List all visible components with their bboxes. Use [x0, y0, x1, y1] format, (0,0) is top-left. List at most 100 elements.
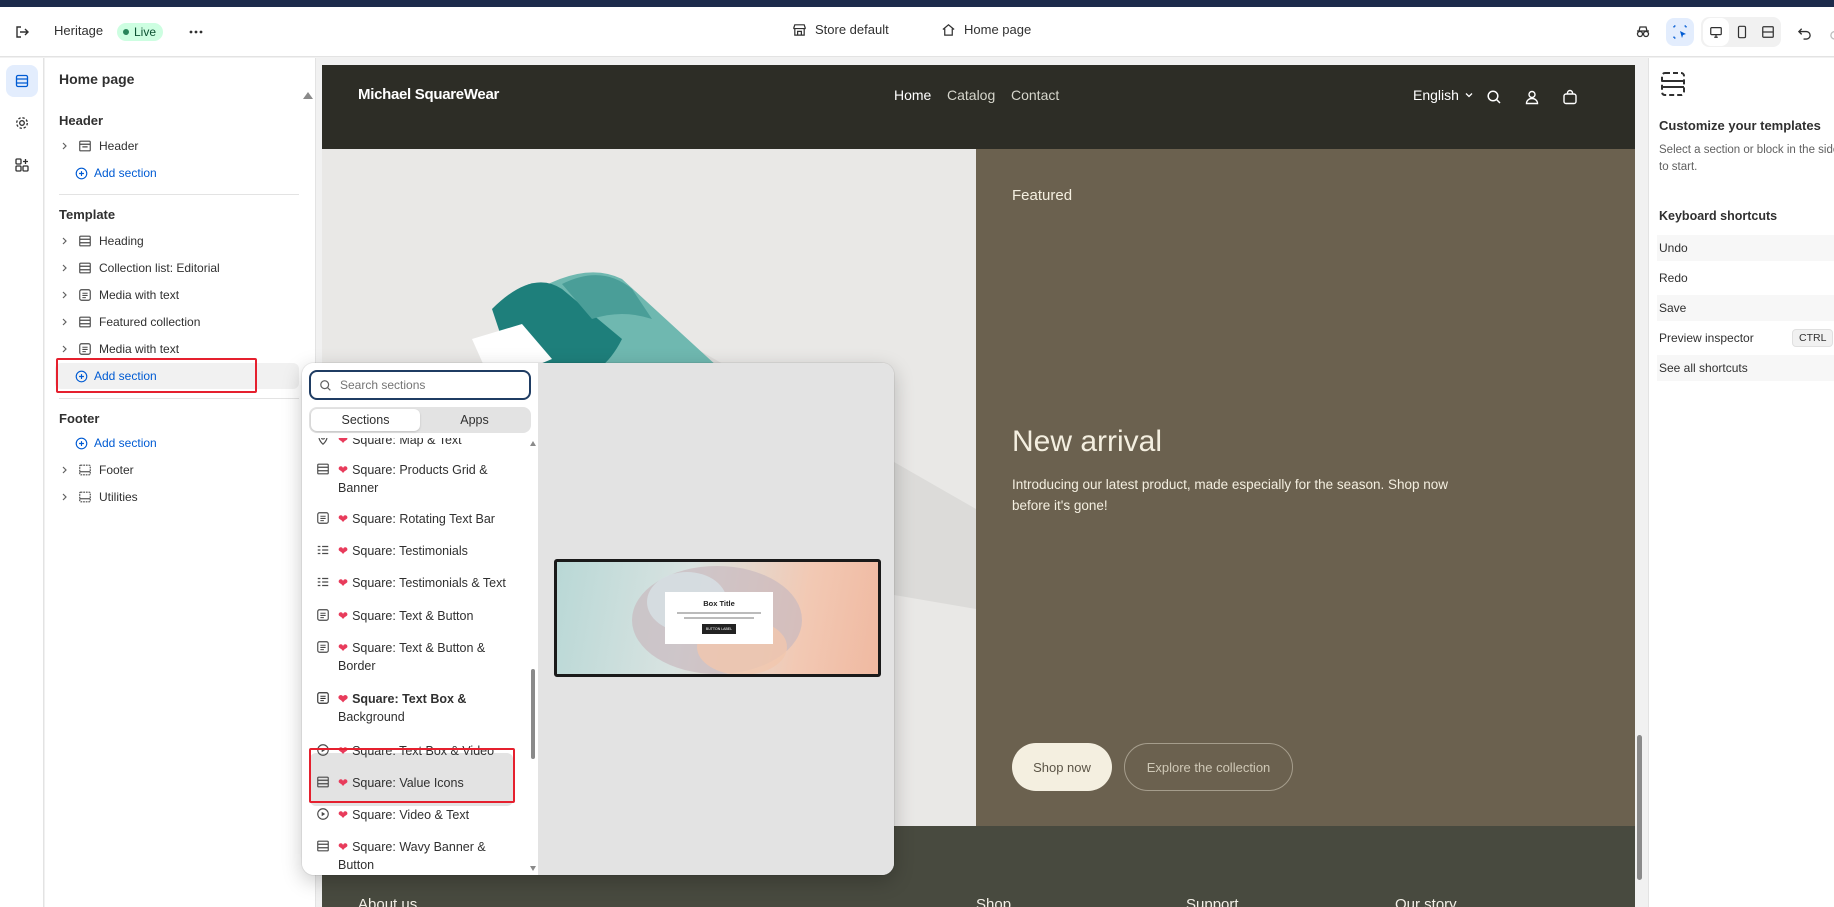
sections-panel: Home page Header Header Add section Temp… — [45, 58, 316, 907]
customize-sections-icon — [1659, 70, 1687, 101]
section-row-label: Utilities — [99, 490, 138, 504]
section-list: ❤ Square: Map & Text ❤ Square: Products Gr… — [302, 438, 538, 875]
hero-text-panel: Featured New arrival Introducing our lat… — [976, 149, 1635, 826]
tab-apps[interactable]: Apps — [420, 409, 529, 431]
highlight-box-selected-section — [309, 748, 515, 803]
inspector-panel: Customize your templates Select a sectio… — [1648, 58, 1834, 907]
hero-body: Introducing our latest product, made esp… — [1012, 474, 1452, 516]
section-row-label: Header — [99, 139, 139, 153]
chevron-right-icon[interactable] — [59, 493, 71, 501]
search-icon — [320, 379, 331, 391]
picker-scroll-thumb[interactable] — [531, 669, 535, 759]
inspector-description: Select a section or block in the sidebar… — [1659, 144, 1834, 173]
shortcut-row-save: Save — [1657, 295, 1834, 321]
mobile-view-icon[interactable] — [1729, 18, 1755, 46]
section-row-header[interactable]: Header — [59, 134, 138, 158]
theme-settings-icon[interactable] — [6, 107, 38, 139]
chevron-right-icon[interactable] — [59, 264, 71, 272]
tab-sections[interactable]: Sections — [311, 409, 420, 431]
heart-icon: ❤ — [338, 512, 349, 526]
panel-scroll-up-icon[interactable] — [303, 92, 313, 99]
account-icon[interactable] — [1524, 89, 1540, 105]
nav-home[interactable]: Home — [894, 87, 931, 103]
nav-contact[interactable]: Contact — [1011, 87, 1059, 103]
nav-catalog[interactable]: Catalog — [947, 87, 995, 103]
item-label: Square: Map & Text — [352, 438, 462, 447]
picker-tabs: Sections Apps — [309, 407, 531, 433]
shortcut-label: Save — [1659, 301, 1687, 315]
chevron-right-icon[interactable] — [59, 466, 71, 474]
search-icon[interactable] — [1486, 89, 1502, 105]
see-all-shortcuts-link[interactable]: See all shortcuts — [1657, 355, 1834, 381]
text-block-icon — [317, 641, 329, 653]
footer-heading: Support — [1186, 896, 1239, 907]
section-row-media-with-text[interactable]: Media with text — [59, 283, 179, 307]
top-window-stripe — [0, 0, 1834, 7]
item-label: Square: Text & Button & — [352, 641, 486, 655]
cart-icon[interactable] — [1562, 89, 1578, 105]
fullscreen-view-icon[interactable] — [1755, 18, 1781, 46]
heart-icon: ❤ — [338, 808, 349, 822]
plus-circle-icon — [75, 167, 88, 179]
language-label: English — [1413, 87, 1459, 103]
shortcut-row-preview-inspector: Preview inspector CTRL — [1657, 325, 1834, 351]
chevron-right-icon[interactable] — [59, 237, 71, 245]
inspector-toggle-icon[interactable] — [1666, 18, 1694, 46]
section-row-heading[interactable]: Heading — [59, 229, 144, 253]
store-logo[interactable]: Michael SquareWear — [358, 86, 499, 103]
store-context-label: Store default — [815, 22, 889, 37]
editor-nav-rail — [0, 58, 44, 907]
exit-editor-icon[interactable] — [8, 18, 36, 46]
page-context-selector[interactable]: Home page — [941, 22, 1031, 37]
section-row-label: Media with text — [99, 342, 180, 356]
item-label: Square: Video & Text — [352, 808, 470, 822]
divider — [59, 398, 299, 399]
layout-icon — [317, 840, 329, 852]
chevron-right-icon[interactable] — [59, 142, 71, 150]
picker-list-pane: Sections Apps ❤Square: Map & Text ❤Squar… — [302, 363, 538, 875]
desktop-view-icon[interactable] — [1703, 18, 1729, 46]
shortcuts-heading: Keyboard shortcuts — [1659, 209, 1778, 223]
scroll-down-arrow-icon[interactable] — [530, 866, 536, 871]
apps-icon[interactable] — [6, 149, 38, 181]
section-row-utilities[interactable]: Utilities — [59, 485, 138, 509]
section-row-collection-list[interactable]: Collection list: Editorial — [59, 256, 220, 280]
hero-eyebrow: Featured — [1012, 187, 1073, 204]
section-row-footer[interactable]: Footer — [59, 458, 134, 482]
shop-now-button[interactable]: Shop now — [1012, 743, 1112, 791]
play-icon — [317, 808, 329, 820]
language-selector[interactable]: English — [1413, 87, 1474, 103]
list-icon — [317, 577, 329, 587]
theme-name[interactable]: Heritage — [54, 23, 103, 38]
item-label-line2: Background — [338, 710, 405, 724]
text-block-icon — [77, 287, 93, 303]
preview-icon[interactable] — [1629, 18, 1657, 46]
map-pin-icon — [318, 438, 328, 446]
hero-body-line: before it's gone! — [1012, 498, 1108, 513]
section-row-featured-collection[interactable]: Featured collection — [59, 310, 200, 334]
add-section-header-button[interactable]: Add section — [75, 161, 157, 185]
sections-tab-icon[interactable] — [6, 65, 38, 97]
preview-scrollbar[interactable] — [1636, 65, 1644, 907]
chevron-right-icon[interactable] — [59, 345, 71, 353]
preview-scroll-thumb[interactable] — [1637, 735, 1642, 880]
scroll-up-arrow-icon[interactable] — [530, 441, 536, 446]
shortcut-label: Redo — [1659, 271, 1688, 285]
store-context-selector[interactable]: Store default — [792, 22, 889, 37]
undo-icon[interactable] — [1790, 18, 1818, 46]
thumbnail-text-box: Box Title BUTTON LABEL — [665, 592, 773, 644]
shortcut-row-redo: Redo — [1657, 265, 1834, 291]
search-input[interactable] — [340, 378, 510, 392]
item-label: Square: Rotating Text Bar — [352, 512, 495, 526]
explore-collection-button[interactable]: Explore the collection — [1124, 743, 1293, 791]
heart-icon: ❤ — [338, 641, 349, 655]
search-field[interactable] — [309, 370, 531, 400]
shortcut-key: CTRL — [1792, 329, 1834, 347]
chevron-right-icon[interactable] — [59, 291, 71, 299]
picker-scrollbar[interactable] — [530, 441, 537, 873]
shortcut-row-undo: Undo — [1657, 235, 1834, 261]
more-options-icon[interactable] — [182, 18, 210, 46]
redo-icon[interactable] — [1822, 18, 1834, 46]
chevron-right-icon[interactable] — [59, 318, 71, 326]
add-section-footer-button[interactable]: Add section — [75, 431, 157, 455]
